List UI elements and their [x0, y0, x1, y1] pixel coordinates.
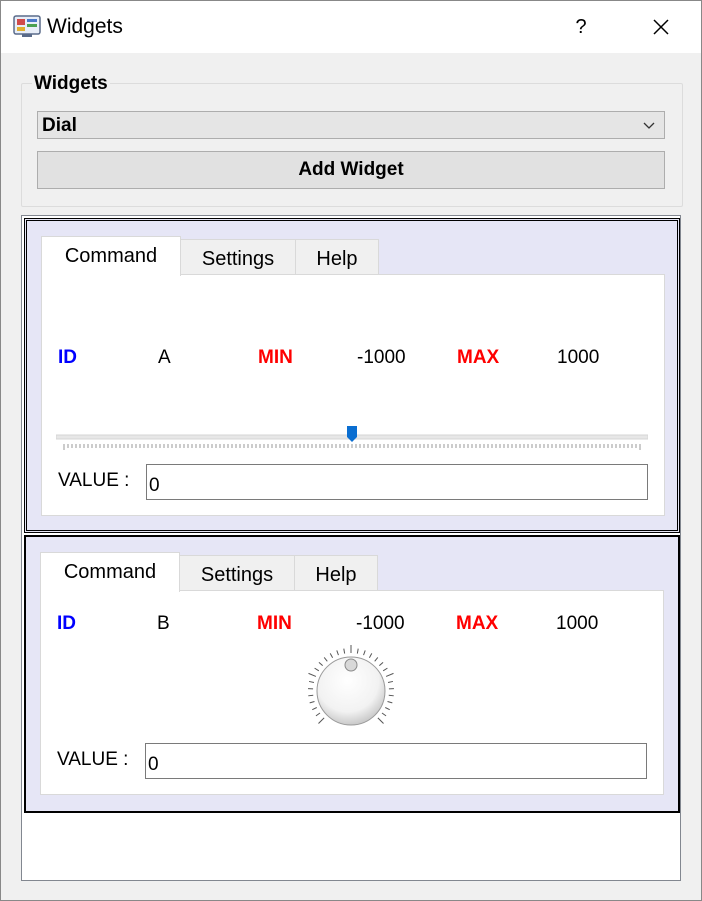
max-value: 1000 — [557, 347, 600, 368]
empty-area — [22, 814, 680, 880]
widget-panel-a: Command Settings Help ID A MIN -1000 MAX… — [24, 218, 680, 533]
id-label: ID — [58, 347, 77, 368]
dial-tick — [318, 717, 325, 724]
command-tab-page: ID B MIN -1000 MAX 1000 VALUE: 0 — [40, 590, 664, 795]
dial-tick — [323, 657, 328, 662]
min-value: -1000 — [356, 613, 405, 634]
id-value: A — [158, 347, 171, 368]
add-widget-button[interactable]: Add Widget — [37, 151, 665, 189]
dial-indicator — [344, 658, 358, 672]
dial-tick — [382, 667, 388, 672]
dial-tick — [336, 650, 339, 656]
min-label: MIN — [257, 613, 292, 634]
tab-command[interactable]: Command — [40, 552, 180, 592]
dial-tick — [315, 712, 321, 717]
dial-tick — [387, 680, 394, 684]
value-dial[interactable] — [303, 643, 399, 739]
widgets-scroll-area: Command Settings Help ID A MIN -1000 MAX… — [21, 215, 681, 881]
dial-tick — [343, 648, 346, 654]
close-icon[interactable] — [647, 13, 675, 41]
tab-settings[interactable]: Settings — [179, 555, 295, 591]
min-label: MIN — [258, 347, 293, 368]
chevron-down-icon — [643, 122, 655, 129]
dial-tick — [379, 661, 384, 667]
dial-tick — [387, 701, 393, 704]
tab-settings[interactable]: Settings — [180, 239, 296, 275]
value-input[interactable] — [145, 743, 647, 779]
dial-tick — [388, 694, 394, 697]
value-label: VALUE : — [57, 749, 129, 770]
app-icon — [13, 15, 41, 37]
dial-tick — [318, 661, 323, 667]
dial-tick — [356, 648, 359, 654]
command-tab-page: ID A MIN -1000 MAX 1000 VALUE : — [41, 274, 665, 516]
window-title: Widgets — [47, 15, 123, 38]
value-slider[interactable] — [56, 425, 648, 455]
min-value: -1000 — [357, 347, 406, 368]
dial-tick — [308, 680, 315, 684]
dial-tick — [381, 712, 387, 717]
help-button[interactable]: ? — [569, 13, 593, 41]
tab-command[interactable]: Command — [41, 236, 181, 276]
dial-tick — [329, 653, 334, 658]
id-value: B — [157, 613, 170, 634]
dial-tick — [308, 694, 314, 697]
tab-help[interactable]: Help — [295, 239, 379, 275]
slider-handle[interactable] — [347, 426, 357, 442]
max-label: MAX — [456, 613, 499, 634]
dial-tick — [309, 701, 315, 704]
title-bar: Widgets ? — [1, 1, 701, 53]
id-label: ID — [57, 613, 76, 634]
dial-tick — [314, 667, 320, 672]
slider-ticks — [63, 444, 641, 450]
value-input[interactable] — [146, 464, 648, 500]
widget-panel-b: Command Settings Help ID B MIN -1000 MAX… — [24, 535, 680, 813]
dial-tick — [308, 672, 317, 677]
dial-tick — [363, 650, 366, 656]
max-label: MAX — [457, 347, 500, 368]
dial-tick — [374, 657, 379, 662]
max-value: 1000 — [556, 613, 599, 634]
dial-tick — [368, 653, 373, 658]
dial-tick — [385, 707, 390, 711]
groupbox-title: Widgets — [32, 73, 110, 95]
dial-tick — [377, 717, 384, 724]
widget-type-combobox[interactable]: Dial — [37, 111, 665, 139]
value-label: VALUE : — [58, 470, 130, 491]
combobox-value: Dial — [42, 115, 77, 136]
tab-help[interactable]: Help — [294, 555, 378, 591]
dial-tick — [312, 707, 317, 711]
dial-tick — [385, 672, 394, 677]
widgets-dialog: Widgets ? Widgets Dial Add Widget Comman… — [0, 0, 702, 901]
